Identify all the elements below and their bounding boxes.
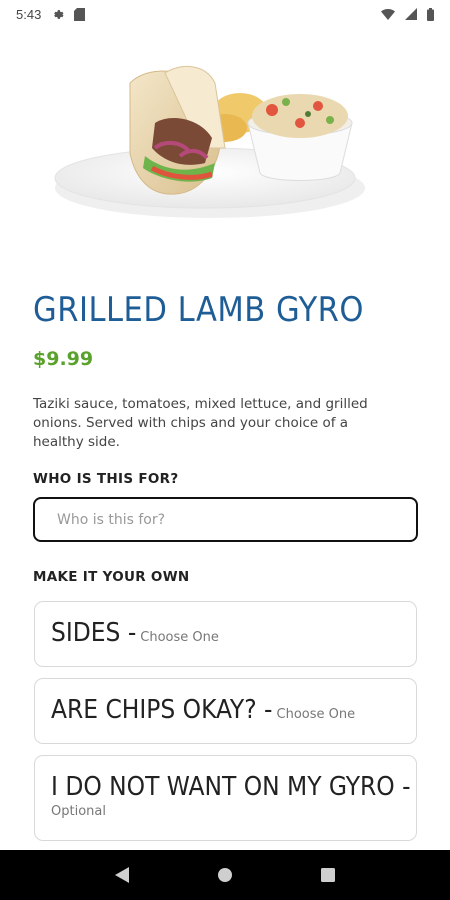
recents-icon[interactable] [308,855,348,895]
signal-icon [405,8,417,20]
product-image [0,28,450,258]
navigation-bar [0,850,450,900]
option-title: ARE CHIPS OKAY? - [51,695,273,725]
option-sides[interactable]: SIDES - Choose One [34,601,417,667]
product-price: $9.99 [33,348,94,370]
option-hint: Optional [51,804,106,819]
option-hint: Choose One [276,707,356,722]
option-exclusions[interactable]: I DO NOT WANT ON MY GYRO - Optional [34,755,417,841]
gear-icon [51,8,64,21]
customize-label: MAKE IT YOUR OWN [33,569,190,585]
battery-icon [427,7,434,21]
back-icon[interactable] [102,855,142,895]
option-title: SIDES - [51,618,137,648]
status-bar: 5:43 [0,0,450,28]
home-icon[interactable] [205,855,245,895]
option-hint: Choose One [140,630,219,645]
who-for-input[interactable] [33,497,418,542]
option-title: I DO NOT WANT ON MY GYRO - [51,772,411,802]
option-chips[interactable]: ARE CHIPS OKAY? - Choose One [34,678,417,744]
product-title: GRILLED LAMB GYRO [33,290,364,330]
wifi-icon [381,8,395,20]
who-for-label: WHO IS THIS FOR? [33,471,179,487]
sd-card-icon [74,7,86,21]
status-time: 5:43 [16,6,42,22]
status-left: 5:43 [16,6,86,22]
status-right [381,7,434,21]
product-description: Taziki sauce, tomatoes, mixed lettuce, a… [33,396,368,450]
